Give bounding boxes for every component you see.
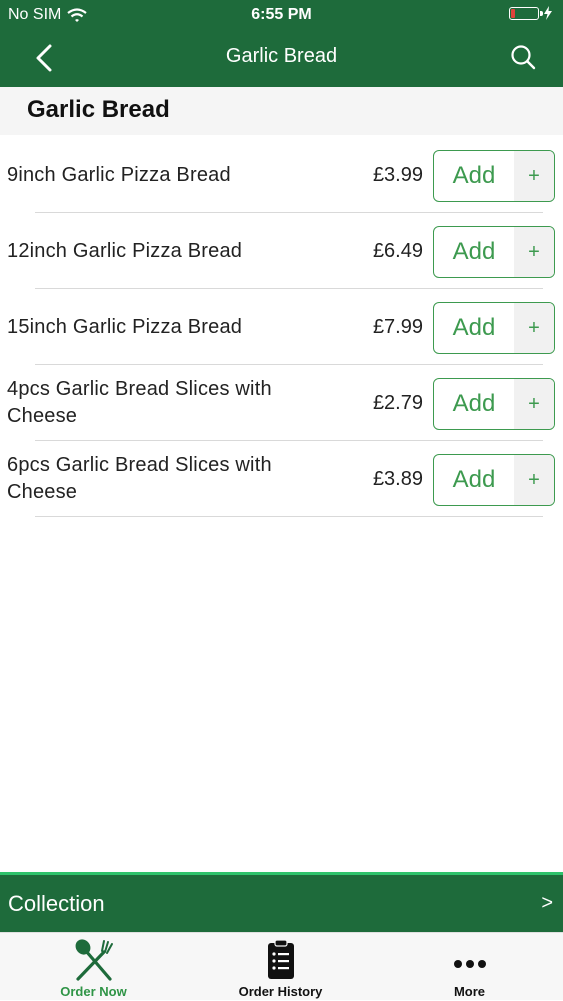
more-dots-icon <box>453 960 486 968</box>
add-button-label: Add <box>452 162 496 189</box>
tab-label: More <box>453 984 486 999</box>
plus-icon: + <box>514 379 554 429</box>
charging-bolt-icon <box>544 6 552 20</box>
item-name: 12inch Garlic Pizza Bread <box>7 239 243 262</box>
plus-icon: + <box>514 303 554 353</box>
plus-icon: + <box>514 151 554 201</box>
item-price: £2.79 <box>372 391 423 414</box>
section-header: Garlic Bread <box>0 87 563 135</box>
battery-status <box>509 6 553 20</box>
collection-bar[interactable]: Collection > <box>0 872 563 932</box>
add-button[interactable]: Add + <box>433 378 555 430</box>
fork-spoon-icon <box>75 939 113 981</box>
chevron-right-icon: > <box>541 892 553 914</box>
battery-level <box>511 8 515 18</box>
item-name: 6pcs Garlic Bread Slices with Cheese <box>7 454 272 503</box>
item-name: 15inch Garlic Pizza Bread <box>7 315 243 338</box>
item-price: £7.99 <box>372 315 423 338</box>
status-time: 6:55 PM <box>251 6 312 23</box>
item-price: £3.89 <box>372 467 423 490</box>
tab-bar: Order Now Order History More <box>0 932 563 1000</box>
menu-item: 4pcs Garlic Bread Slices with Cheese £2.… <box>0 365 563 441</box>
menu-list: 9inch Garlic Pizza Bread £3.99 Add + 12i… <box>0 137 563 517</box>
section-title: Garlic Bread <box>27 96 170 123</box>
add-button[interactable]: Add + <box>433 302 555 354</box>
item-price: £6.49 <box>372 239 423 262</box>
add-button-label: Add <box>452 314 496 341</box>
nav-title: Garlic Bread <box>225 45 338 67</box>
tab-order-now[interactable]: Order Now <box>0 933 187 1001</box>
tab-more[interactable]: More <box>376 933 563 1001</box>
clipboard-list-icon <box>267 939 294 979</box>
plus-icon: + <box>514 227 554 277</box>
tab-label: Order History <box>238 984 323 999</box>
search-icon[interactable] <box>507 41 541 75</box>
top-bar: No SIM 6:55 PM Garlic Bread <box>0 0 563 87</box>
add-button[interactable]: Add + <box>433 226 555 278</box>
add-button[interactable]: Add + <box>433 454 555 506</box>
battery-icon <box>509 6 543 20</box>
menu-item: 12inch Garlic Pizza Bread £6.49 Add + <box>0 213 563 289</box>
tab-label: Order Now <box>60 984 127 999</box>
add-button-label: Add <box>452 238 496 265</box>
tab-order-history[interactable]: Order History <box>187 933 374 1001</box>
menu-item: 6pcs Garlic Bread Slices with Cheese £3.… <box>0 441 563 517</box>
add-button[interactable]: Add + <box>433 150 555 202</box>
nav-bar: Garlic Bread <box>0 30 563 87</box>
item-name: 9inch Garlic Pizza Bread <box>7 163 231 186</box>
menu-item: 9inch Garlic Pizza Bread £3.99 Add + <box>0 137 563 213</box>
menu-item: 15inch Garlic Pizza Bread £7.99 Add + <box>0 289 563 365</box>
add-button-label: Add <box>452 466 496 493</box>
add-button-label: Add <box>452 390 496 417</box>
item-name: 4pcs Garlic Bread Slices with Cheese <box>7 378 272 427</box>
divider <box>35 516 543 517</box>
plus-icon: + <box>514 455 554 505</box>
status-bar: No SIM 6:55 PM <box>0 0 563 30</box>
item-price: £3.99 <box>372 163 423 186</box>
collection-label: Collection <box>8 891 105 916</box>
